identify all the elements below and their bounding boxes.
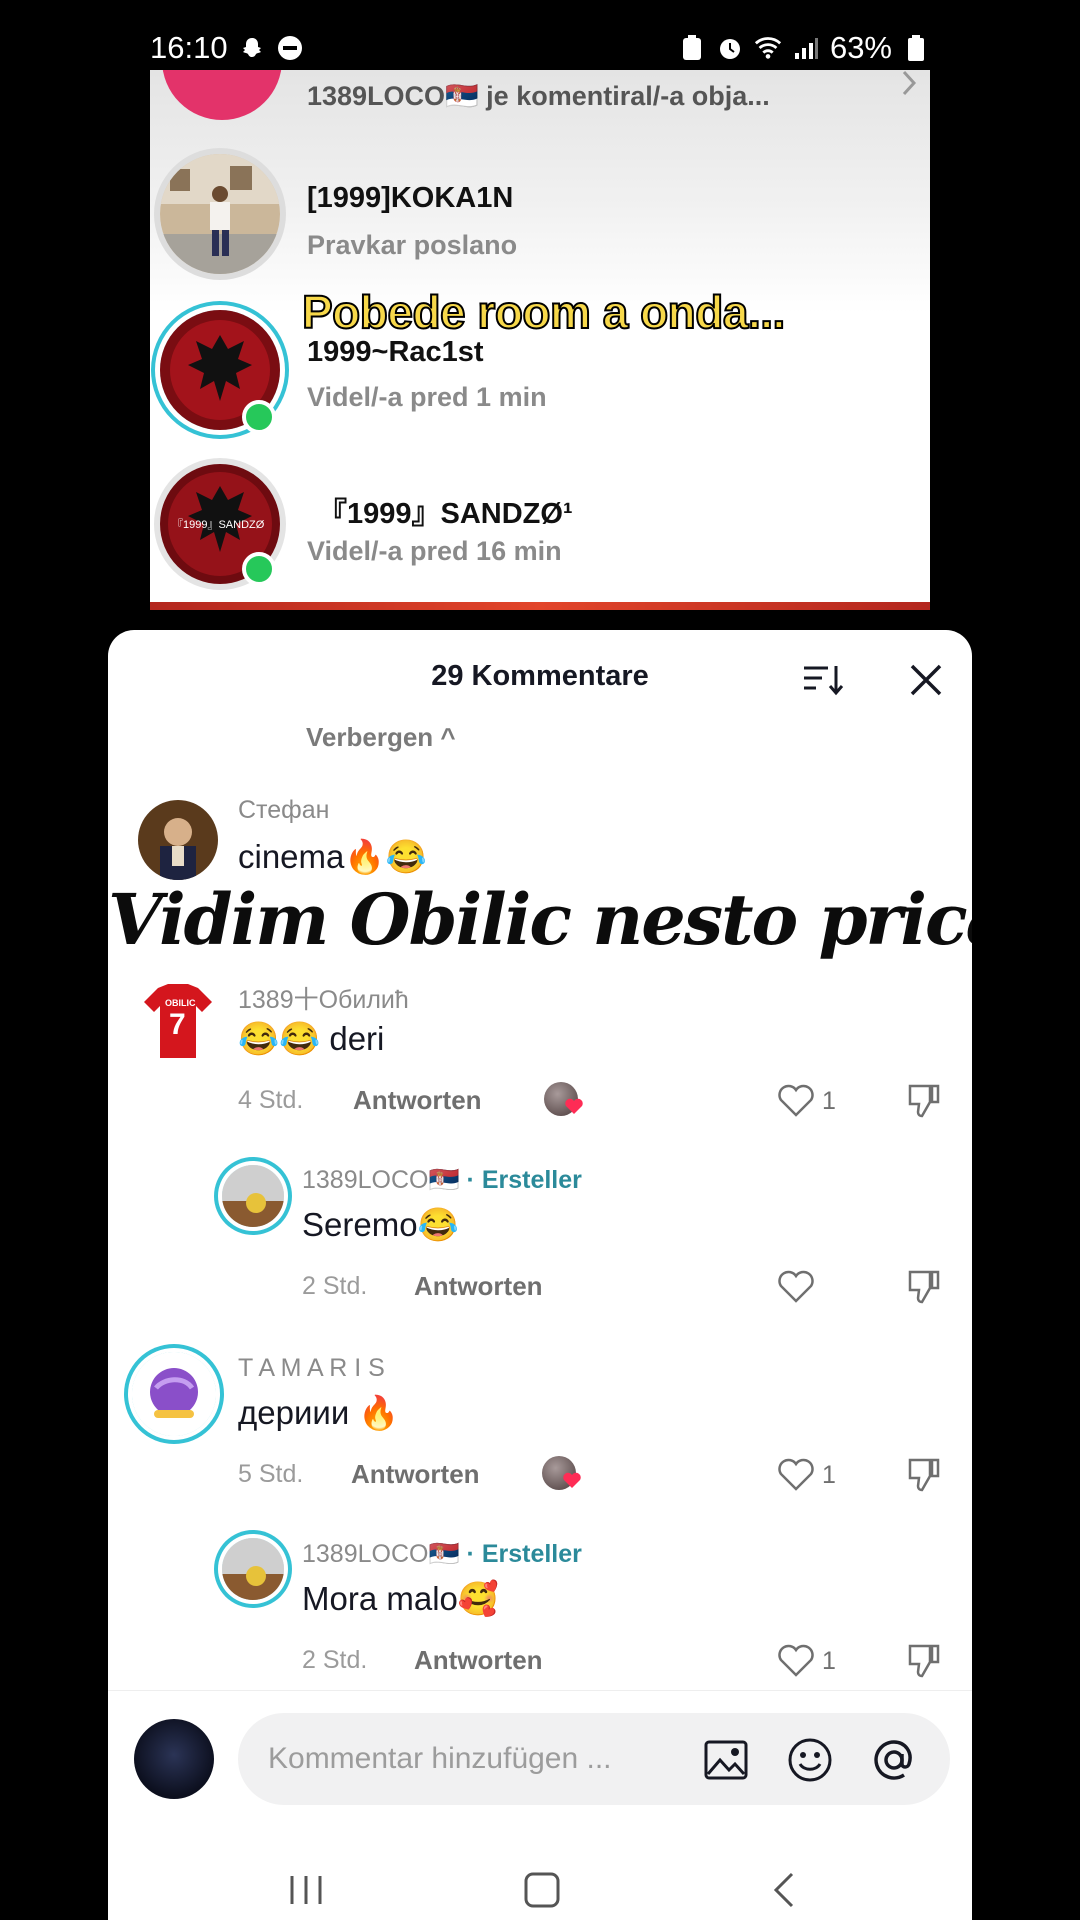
back-icon[interactable] — [764, 1868, 808, 1912]
comment-text: Seremo😂 — [302, 1206, 459, 1243]
notification-status: Videl/-a pred 1 min — [307, 382, 547, 412]
comments-sheet: 29 Kommentare Verbergen ^ Стефан cinema🔥… — [108, 630, 972, 1920]
dnd-icon — [276, 34, 304, 62]
heart-icon — [562, 1470, 582, 1490]
notification-status: Pravkar poslano — [307, 230, 518, 260]
image-icon[interactable] — [702, 1736, 750, 1784]
creator-avatar[interactable] — [222, 1538, 284, 1600]
comment-text: Mora malo🥰 — [302, 1580, 499, 1617]
system-nav-bar — [108, 1860, 972, 1920]
battery-icon — [902, 34, 930, 62]
comment-time: 2 Std. — [302, 1272, 368, 1300]
snapchat-icon — [238, 34, 266, 62]
video-overlay-caption: Pobede room a onda... — [301, 285, 786, 339]
notification-divider — [150, 602, 930, 610]
heart-avatar — [162, 70, 282, 120]
like-icon[interactable] — [776, 1082, 816, 1118]
comment-username[interactable]: 1389十Обилић — [238, 980, 409, 1016]
reply-button[interactable]: Antworten — [414, 1645, 543, 1676]
dislike-icon[interactable] — [904, 1080, 944, 1120]
notification-panel: 1389LOCO🇷🇸 je komentiral/-a obja... [199… — [150, 70, 930, 610]
status-bar: 16:10 63% — [150, 28, 930, 68]
like-icon[interactable] — [776, 1456, 816, 1492]
avatar[interactable] — [132, 1352, 216, 1436]
avatar[interactable] — [138, 800, 218, 880]
battery-percent: 63% — [829, 30, 892, 65]
avatar-jersey[interactable]: OBILIC 7 — [138, 982, 218, 1062]
comment-text: 😂😂 deri — [238, 1020, 385, 1057]
username-text: 1389LOCO🇷🇸 — [302, 1540, 460, 1568]
comment-text: cinema🔥😂 — [238, 838, 427, 875]
comment-username[interactable]: T A M A R I S — [238, 1354, 385, 1383]
home-icon[interactable] — [520, 1868, 564, 1912]
comment-time: 2 Std. — [302, 1646, 368, 1674]
avatar-koka1n — [160, 154, 280, 274]
comment-input[interactable] — [268, 1713, 698, 1805]
jersey-number: 7 — [169, 1008, 186, 1041]
online-indicator — [242, 400, 276, 434]
dislike-icon[interactable] — [904, 1266, 944, 1306]
online-indicator — [242, 552, 276, 586]
creator-avatar[interactable] — [222, 1165, 284, 1227]
signal-icon — [792, 34, 820, 62]
notification-partial-text: 1389LOCO🇷🇸 je komentiral/-a obja... — [307, 81, 770, 111]
comment-text: дериии 🔥 — [238, 1394, 400, 1431]
mention-icon[interactable] — [870, 1736, 918, 1784]
comment-username[interactable]: 1389LOCO🇷🇸 · Ersteller — [302, 1166, 582, 1195]
comment-username[interactable]: 1389LOCO🇷🇸 · Ersteller — [302, 1540, 582, 1569]
comment-time: 4 Std. — [238, 1086, 304, 1114]
reply-button[interactable]: Antworten — [353, 1085, 482, 1116]
like-icon[interactable] — [776, 1268, 816, 1304]
reply-button[interactable]: Antworten — [351, 1459, 480, 1490]
reply-button[interactable]: Antworten — [414, 1271, 543, 1302]
username-text: 1389LOCO🇷🇸 — [302, 1166, 460, 1194]
like-icon[interactable] — [776, 1642, 816, 1678]
close-icon[interactable] — [906, 660, 946, 700]
recent-apps-icon[interactable] — [284, 1868, 328, 1912]
like-count: 1 — [822, 1087, 836, 1115]
my-avatar — [134, 1719, 214, 1799]
creator-label: · Ersteller — [466, 1166, 582, 1194]
alarm-icon — [716, 34, 744, 62]
comment-time: 5 Std. — [238, 1460, 304, 1488]
notification-name: 1999~Rac1st — [307, 336, 484, 368]
sort-icon[interactable] — [800, 660, 846, 700]
clock: 16:10 — [150, 30, 228, 65]
hide-replies-link[interactable]: Verbergen ^ — [306, 722, 456, 753]
wifi-icon — [754, 34, 782, 62]
battery-saver-icon — [678, 34, 706, 62]
emoji-icon[interactable] — [786, 1736, 834, 1784]
comment-username[interactable]: Стефан — [238, 796, 329, 825]
notification-name: 『1999』SANDZØ¹ — [318, 498, 573, 530]
heart-icon — [564, 1096, 584, 1116]
dislike-icon[interactable] — [904, 1454, 944, 1494]
comment-input-bar — [108, 1690, 972, 1820]
creator-label: · Ersteller — [466, 1540, 582, 1568]
jersey-label: OBILIC — [165, 998, 196, 1008]
notification-status: Videl/-a pred 16 min — [307, 536, 562, 566]
chevron-right-icon — [900, 70, 920, 98]
notification-name: [1999]KOKA1N — [307, 182, 514, 214]
dislike-icon[interactable] — [904, 1640, 944, 1680]
avatar-badge-text: 『1999』SANDZØ — [172, 519, 265, 531]
comment-input-pill — [238, 1713, 950, 1805]
like-count: 1 — [822, 1461, 836, 1489]
video-overlay-text: Vidim Obilic nesto prica — [108, 878, 972, 961]
like-count: 1 — [822, 1647, 836, 1675]
